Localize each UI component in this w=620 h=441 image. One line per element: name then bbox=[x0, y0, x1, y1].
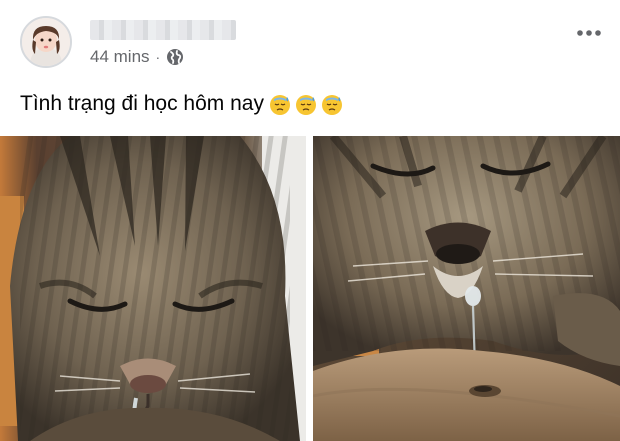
avatar[interactable] bbox=[20, 16, 72, 68]
cat-photo bbox=[313, 136, 620, 441]
post-meta: 44 mins · bbox=[90, 47, 184, 67]
avatar-image bbox=[22, 18, 70, 66]
post-photo-2[interactable] bbox=[313, 136, 620, 441]
author-name[interactable] bbox=[90, 20, 236, 40]
post-photo-1[interactable] bbox=[0, 136, 306, 441]
more-options-button[interactable] bbox=[574, 22, 604, 44]
cat-photo bbox=[0, 136, 306, 441]
post-text: Tình trạng đi học hôm nay bbox=[20, 92, 264, 115]
meta-separator: · bbox=[155, 49, 161, 65]
globe-icon[interactable] bbox=[166, 48, 184, 66]
timestamp[interactable]: 44 mins bbox=[90, 47, 150, 67]
post-header: 44 mins · bbox=[0, 0, 620, 80]
emoji-row bbox=[268, 92, 344, 116]
post-body: Tình trạng đi học hôm nay bbox=[20, 92, 344, 116]
downcast-face-with-sweat-icon bbox=[321, 95, 342, 115]
more-horizontal-icon bbox=[577, 30, 601, 36]
downcast-face-with-sweat-icon bbox=[295, 95, 316, 115]
downcast-face-with-sweat-icon bbox=[269, 95, 290, 115]
